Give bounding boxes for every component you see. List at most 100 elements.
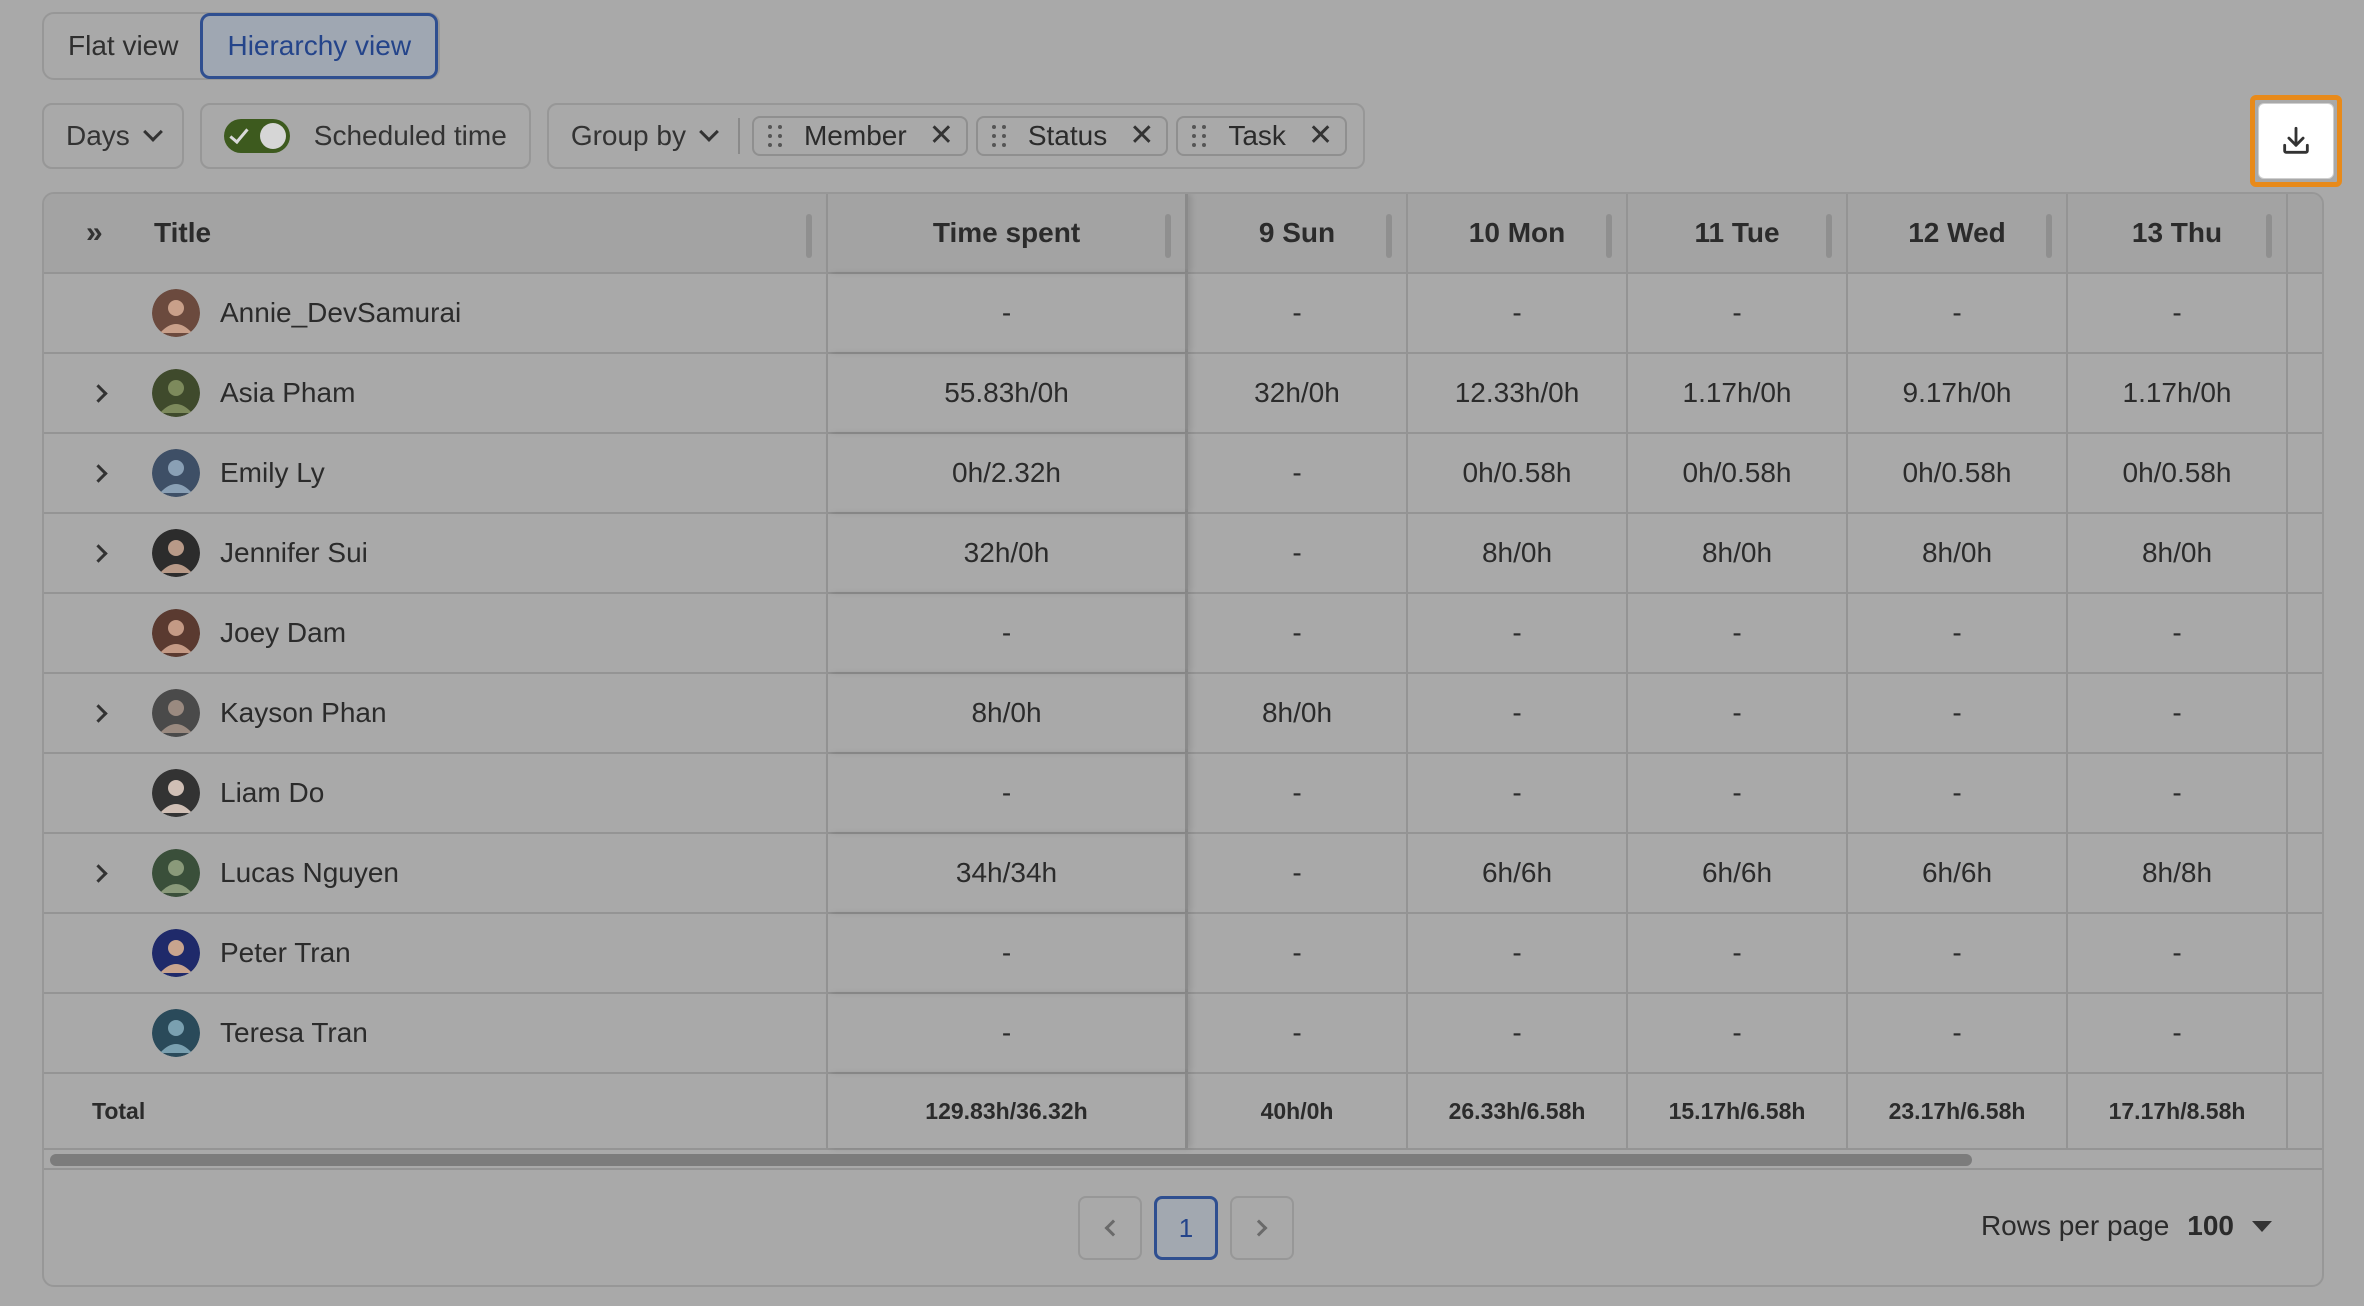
close-icon[interactable]: ✕ [929, 121, 954, 151]
days-dropdown[interactable]: Days [42, 103, 184, 169]
overflow-cell [2288, 994, 2322, 1072]
chip-label: Member [803, 120, 907, 151]
expand-all-icon[interactable]: » [86, 216, 140, 250]
chevron-right-icon[interactable] [89, 543, 116, 563]
table-row[interactable]: Lucas Nguyen 34h/34h -6h/6h 6h/6h 6h/6h 8h/8h [44, 834, 2322, 914]
total-day-cell: 17.17h/8.58h [2068, 1074, 2288, 1148]
table-row: Liam Do - - - - - - [44, 754, 2322, 834]
rows-per-page-label: Rows per page [1980, 1210, 2170, 1241]
group-chip-status[interactable]: Status ✕ [975, 116, 1169, 156]
overflow-cell [2288, 274, 2322, 352]
chip-label: Status [1027, 120, 1108, 151]
column-resize-handle[interactable] [1826, 214, 1832, 258]
next-page-button[interactable] [1230, 1196, 1294, 1260]
title-cell: Annie_DevSamurai [44, 274, 828, 352]
scrollbar-thumb[interactable] [50, 1154, 1972, 1166]
scheduled-time-toggle[interactable]: Scheduled time [199, 103, 531, 169]
day-cell: 0h/0.58h [2068, 434, 2288, 512]
day-cell: - [1188, 914, 1408, 992]
chevron-right-icon[interactable] [89, 863, 116, 883]
page-button[interactable]: 1 [1154, 1196, 1218, 1260]
caret-down-icon[interactable] [2252, 1220, 2272, 1232]
table-row[interactable]: Asia Pham 55.83h/0h 32h/0h 12.33h/0h 1.17h/0… [44, 354, 2322, 434]
day-cell: 0h/0.58h [1848, 434, 2068, 512]
chevron-down-icon[interactable] [699, 122, 719, 142]
column-resize-handle[interactable] [1606, 214, 1612, 258]
overflow-cell [2288, 434, 2322, 512]
day-cell: - [1408, 994, 1628, 1072]
drag-handle-icon[interactable] [991, 125, 1006, 147]
column-resize-handle[interactable] [806, 214, 812, 258]
hierarchy-view-button[interactable]: Hierarchy view [200, 13, 439, 79]
column-resize-handle[interactable] [1165, 214, 1171, 258]
day-cell: - [1188, 514, 1408, 592]
title-cell: Emily Ly [44, 434, 828, 512]
time-spent-cell: 32h/0h [828, 514, 1188, 592]
column-resize-handle[interactable] [2266, 214, 2272, 258]
column-resize-handle[interactable] [1386, 214, 1392, 258]
day-cell: - [1188, 754, 1408, 832]
prev-page-button[interactable] [1078, 1196, 1142, 1260]
rows-per-page-select[interactable]: 100 [2187, 1210, 2234, 1242]
horizontal-scrollbar[interactable] [44, 1150, 2322, 1170]
member-name: Emily Ly [220, 457, 325, 488]
download-button[interactable] [2258, 103, 2334, 179]
total-day-cell: 23.17h/6.58h [1848, 1074, 2068, 1148]
avatar [152, 289, 200, 337]
pagination: 1 [1078, 1196, 1294, 1260]
scheduled-time-label: Scheduled time [313, 120, 507, 151]
day-cell: - [1628, 914, 1848, 992]
day-cell: 6h/6h [1848, 834, 2068, 912]
day-cell: - [1188, 594, 1408, 672]
title-cell: Liam Do [44, 754, 828, 832]
chevron-right-icon[interactable] [89, 703, 116, 723]
drag-handle-icon[interactable] [767, 125, 782, 147]
day-cell: 32h/0h [1188, 354, 1408, 432]
chip-label: Task [1228, 120, 1286, 151]
time-spent-cell: 0h/2.32h [828, 434, 1188, 512]
time-table: » Title Time spent 9 Sun 10 Mon 11 Tue 1… [42, 192, 2324, 1287]
day-cell: - [1408, 594, 1628, 672]
time-spent-cell: - [828, 274, 1188, 352]
table-row[interactable]: Jennifer Sui 32h/0h -8h/0h 8h/0h 8h/0h 8h/0h [44, 514, 2322, 594]
overflow-cell [2288, 754, 2322, 832]
table-row[interactable]: Kayson Phan 8h/0h 8h/0h - - - - [44, 674, 2322, 754]
avatar [152, 849, 200, 897]
table-footer: 1 Rows per page 100 [44, 1170, 2322, 1283]
flat-view-button[interactable]: Flat view [44, 14, 202, 78]
toggle-switch[interactable] [223, 119, 290, 153]
group-chip-task[interactable]: Task ✕ [1176, 116, 1348, 156]
day-cell: 8h/0h [1188, 674, 1408, 752]
close-icon[interactable]: ✕ [1308, 121, 1333, 151]
close-icon[interactable]: ✕ [1129, 121, 1154, 151]
total-day-cell: 15.17h/6.58h [1628, 1074, 1848, 1148]
column-resize-handle[interactable] [2046, 214, 2052, 258]
view-toggle: Flat view Hierarchy view [42, 12, 441, 80]
chevron-right-icon[interactable] [89, 383, 116, 403]
divider [737, 118, 740, 154]
title-cell: Kayson Phan [44, 674, 828, 752]
header-time-spent: Time spent [828, 194, 1188, 272]
group-chip-member[interactable]: Member ✕ [751, 116, 968, 156]
time-spent-cell: - [828, 594, 1188, 672]
rows-per-page: Rows per page 100 [1981, 1210, 2272, 1242]
table-row[interactable]: Emily Ly 0h/2.32h -0h/0.58h 0h/0.58h 0h/0.58… [44, 434, 2322, 514]
title-cell: Teresa Tran [44, 994, 828, 1072]
day-cell: 8h/0h [2068, 514, 2288, 592]
table-row: Annie_DevSamurai - - - - - - [44, 274, 2322, 354]
time-spent-cell: - [828, 754, 1188, 832]
time-spent-cell: 55.83h/0h [828, 354, 1188, 432]
drag-handle-icon[interactable] [1192, 125, 1207, 147]
member-name: Jennifer Sui [220, 537, 368, 568]
time-spent-cell: - [828, 914, 1188, 992]
overflow-cell [2288, 674, 2322, 752]
day-cell: - [1848, 274, 2068, 352]
day-cell: 0h/0.58h [1628, 434, 1848, 512]
day-cell: - [2068, 914, 2288, 992]
day-cell: 8h/0h [1408, 514, 1628, 592]
chevron-right-icon[interactable] [89, 463, 116, 483]
group-by-label[interactable]: Group by [571, 120, 686, 152]
day-cell: 8h/8h [2068, 834, 2288, 912]
avatar [152, 369, 200, 417]
total-time-cell: 129.83h/36.32h [828, 1074, 1188, 1148]
